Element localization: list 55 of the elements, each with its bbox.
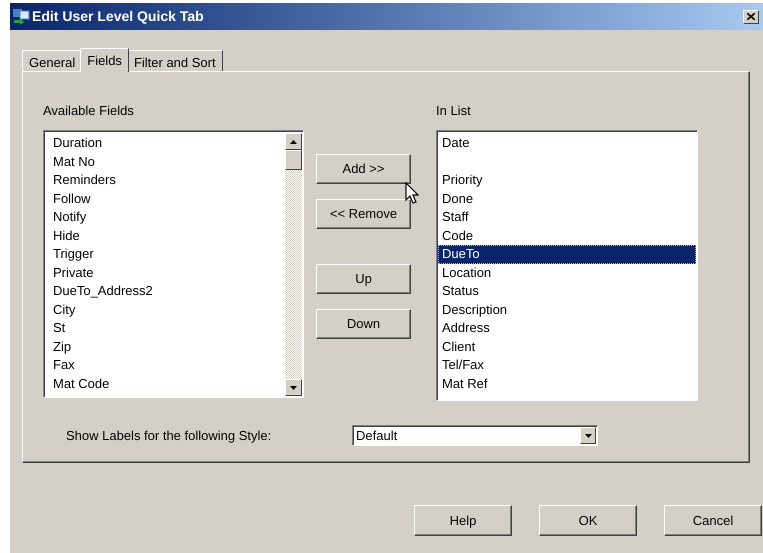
scroll-thumb[interactable] (285, 150, 302, 170)
list-item[interactable]: City (49, 300, 285, 319)
tab[interactable]: Fields (80, 48, 129, 72)
move-button[interactable]: Up (316, 264, 411, 294)
style-dropdown[interactable]: Default (352, 425, 598, 446)
list-item[interactable]: Mat No (49, 152, 285, 171)
dropdown-button[interactable] (580, 427, 596, 444)
list-item[interactable]: Private (49, 264, 285, 282)
app-icon (12, 8, 30, 26)
list-item[interactable]: Mat Ref (438, 374, 696, 393)
list-item[interactable]: Mat Code (49, 374, 285, 393)
list-item[interactable]: Fax (49, 356, 285, 374)
list-item[interactable]: Zip (49, 338, 285, 356)
dialog-button[interactable]: Cancel (664, 505, 762, 536)
dropdown-arrow-icon (584, 434, 592, 438)
list-item[interactable]: Description (438, 300, 696, 319)
window-title: Edit User Level Quick Tab (32, 7, 204, 26)
list-item[interactable]: Tel/Fax (438, 356, 696, 374)
dialog-button[interactable]: Help (414, 505, 512, 536)
list-item[interactable]: Code (438, 226, 696, 245)
scroll-down-button[interactable] (285, 379, 302, 396)
list-item[interactable]: Address (438, 319, 696, 338)
dialog-button[interactable]: OK (539, 505, 637, 536)
tab[interactable]: Filter and Sort (126, 50, 223, 71)
in-list[interactable]: Date Priority Done Staff Code DueTo Location Status Description Address Client Tel/Fax Mat Ref (436, 130, 698, 401)
cursor-icon (405, 182, 419, 205)
close-button[interactable] (743, 10, 759, 24)
list-item[interactable]: Location (438, 264, 696, 282)
list-item[interactable]: DueTo (438, 245, 696, 264)
style-label: Show Labels for the following Style: (66, 426, 272, 445)
available-fields-list[interactable]: Duration Mat No Reminders Follow Notify Hide Trigger Private DueTo_Address2 City St Zip Fax Mat Code (43, 130, 304, 398)
list-item[interactable]: Follow (49, 190, 285, 208)
list-item[interactable]: St (49, 319, 285, 338)
down-arrow-icon (290, 386, 297, 390)
list-item[interactable]: Reminders (49, 171, 285, 190)
close-icon (747, 13, 755, 20)
list-item[interactable]: Notify (49, 208, 285, 226)
up-arrow-icon (290, 140, 297, 144)
list-item[interactable]: DueTo_Address2 (49, 282, 285, 300)
list-item[interactable]: Client (438, 338, 696, 356)
list-item[interactable]: Priority (438, 171, 696, 190)
move-button[interactable]: Down (316, 309, 411, 339)
list-item[interactable]: Staff (438, 208, 696, 226)
scroll-up-button[interactable] (285, 133, 302, 150)
list-item[interactable]: Hide (49, 226, 285, 245)
move-button[interactable]: << Remove (316, 199, 411, 229)
move-button[interactable]: Add >> (316, 154, 411, 184)
list-item[interactable]: Date (438, 134, 696, 152)
list-label: Available Fields (43, 102, 135, 120)
list-item[interactable]: Status (438, 282, 696, 300)
list-item[interactable]: Duration (49, 134, 285, 152)
list-item[interactable]: Done (438, 190, 696, 208)
list-label: In List (436, 102, 472, 120)
tab[interactable]: General (22, 50, 82, 71)
list-item[interactable]: Trigger (49, 245, 285, 264)
